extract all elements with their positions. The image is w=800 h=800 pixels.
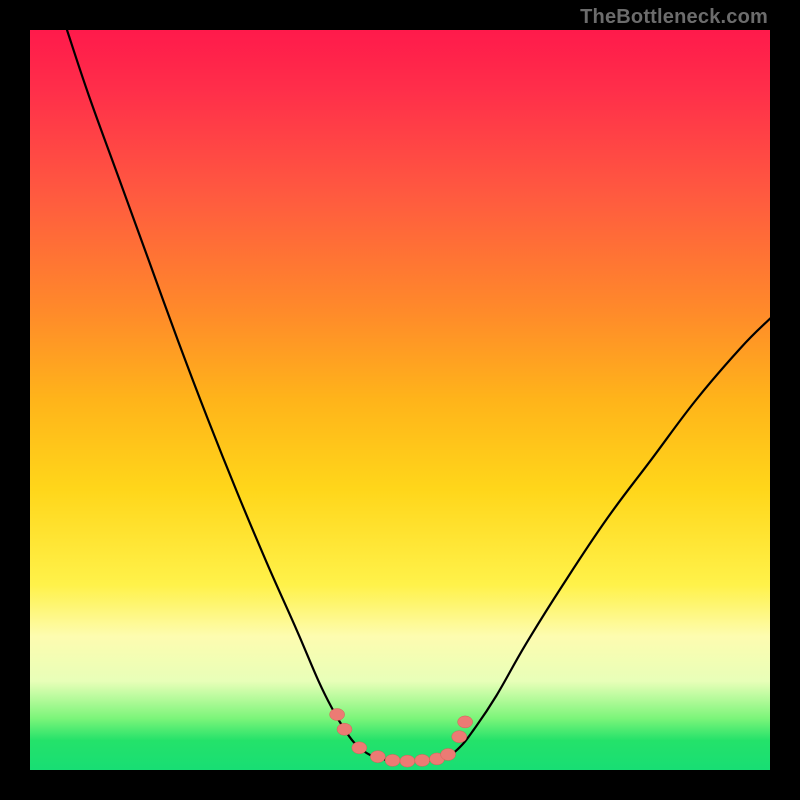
valley-marker (415, 754, 430, 766)
valley-marker (400, 755, 415, 767)
chart-svg (30, 30, 770, 770)
valley-marker (385, 754, 400, 766)
valley-marker (330, 709, 345, 721)
valley-marker (352, 742, 367, 754)
valley-marker (452, 731, 467, 743)
valley-curve (67, 30, 770, 761)
valley-marker (337, 723, 352, 735)
watermark-text: TheBottleneck.com (580, 6, 768, 29)
valley-marker (441, 748, 456, 760)
valley-marker (370, 751, 385, 763)
plot-area (30, 30, 770, 770)
chart-frame: TheBottleneck.com (0, 0, 800, 800)
valley-marker (458, 716, 473, 728)
